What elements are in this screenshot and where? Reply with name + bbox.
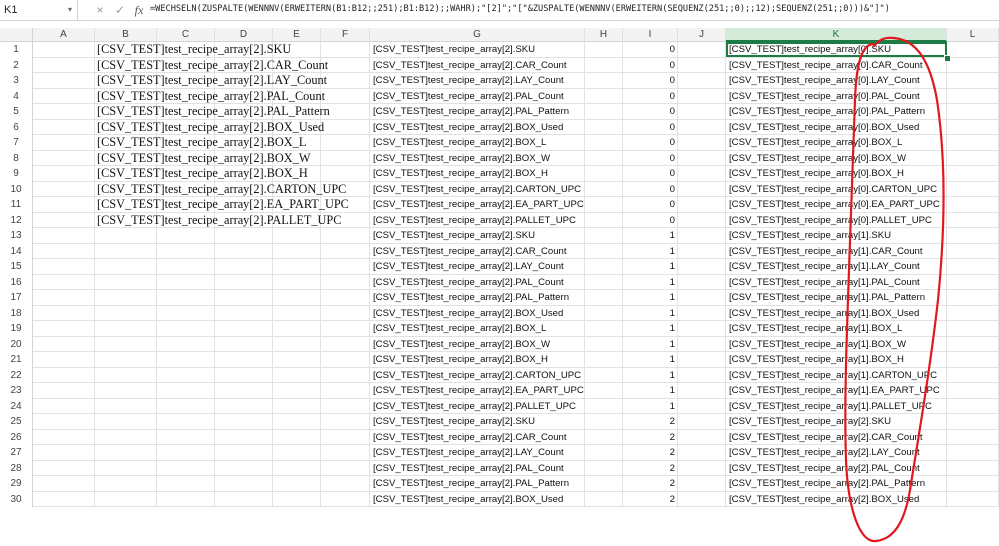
red-annotation-overlay: [844, 36, 945, 543]
red-freehand-loop: [844, 36, 945, 543]
